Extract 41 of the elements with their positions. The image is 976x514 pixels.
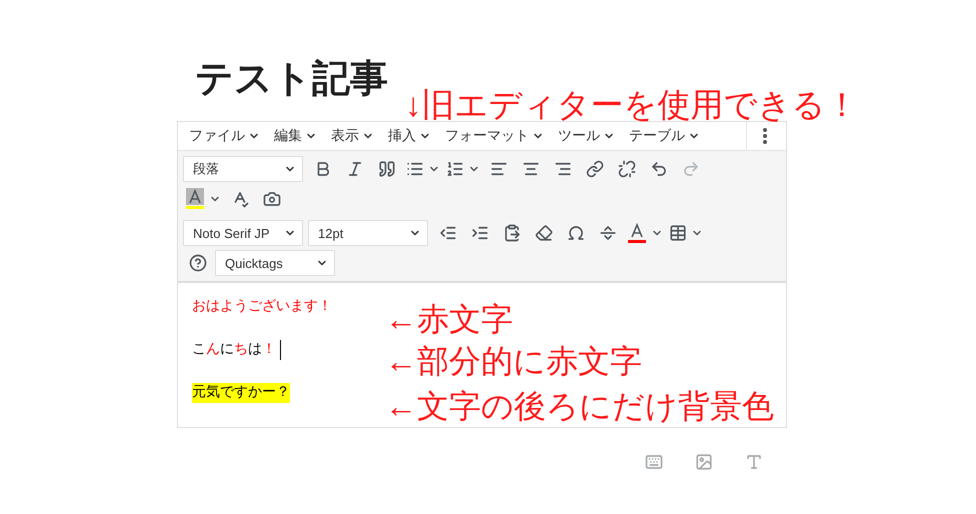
eraser-icon bbox=[535, 224, 553, 242]
help-icon bbox=[189, 254, 207, 272]
post-title: テスト記事 bbox=[195, 57, 388, 102]
menu-item[interactable]: ツール bbox=[551, 122, 622, 150]
omega-icon bbox=[567, 224, 585, 242]
align-left-icon bbox=[490, 160, 508, 178]
indent-icon bbox=[471, 224, 489, 242]
bullet-list-icon bbox=[406, 160, 424, 178]
mode-select[interactable]: Quicktags bbox=[215, 250, 335, 276]
paragraph: おはようございます！ bbox=[192, 298, 333, 316]
link-icon bbox=[586, 160, 604, 178]
image-icon bbox=[695, 453, 713, 471]
redo-icon bbox=[682, 160, 700, 178]
menu-item[interactable]: テーブル bbox=[622, 122, 707, 150]
highlight-color-icon bbox=[185, 188, 205, 210]
menu-item[interactable]: 編集 bbox=[267, 122, 324, 150]
annotation: ←赤文字 bbox=[385, 303, 513, 335]
menu-item[interactable]: フォーマット bbox=[438, 122, 551, 150]
font-size-select[interactable]: 12pt bbox=[308, 220, 428, 246]
separator-icon bbox=[599, 224, 617, 242]
camera-icon bbox=[263, 190, 281, 208]
table-icon bbox=[669, 224, 687, 242]
font-select[interactable]: Noto Serif JP bbox=[183, 220, 303, 246]
more-icon bbox=[762, 128, 766, 144]
menu-item[interactable]: 挿入 bbox=[381, 122, 438, 150]
align-center-icon bbox=[522, 160, 540, 178]
quote-icon bbox=[378, 160, 396, 178]
italic-icon bbox=[346, 160, 364, 178]
text-color-icon bbox=[627, 222, 647, 244]
align-right-icon bbox=[554, 160, 572, 178]
outdent-icon bbox=[439, 224, 457, 242]
clipboard-icon bbox=[503, 224, 521, 242]
numbered-list-icon bbox=[446, 160, 464, 178]
menu-item[interactable]: ファイル bbox=[182, 122, 267, 150]
format-select[interactable]: 段落 bbox=[183, 156, 303, 182]
menu-item[interactable]: 表示 bbox=[324, 122, 381, 150]
text-icon bbox=[745, 453, 763, 471]
unlink-icon bbox=[618, 160, 636, 178]
keyboard-icon bbox=[645, 453, 663, 471]
undo-icon bbox=[650, 160, 668, 178]
annotation: ↓旧エディターを使用できる！ bbox=[405, 88, 858, 121]
